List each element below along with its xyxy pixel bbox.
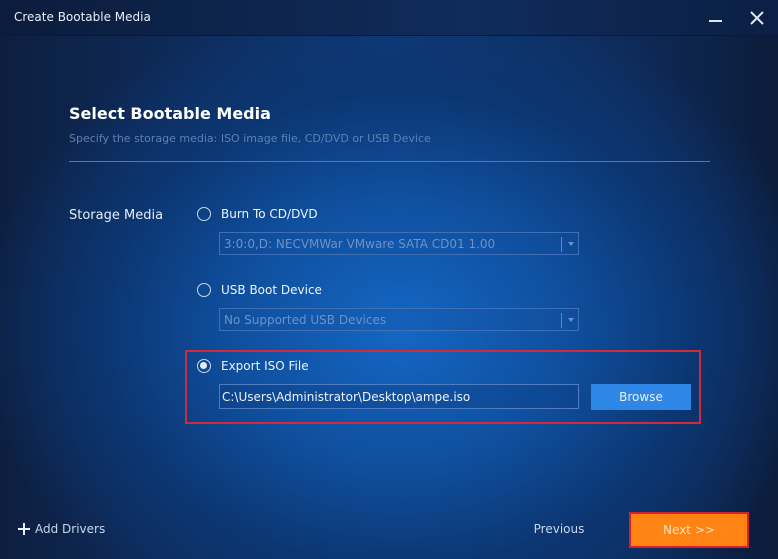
close-icon (750, 11, 764, 25)
add-drivers-button[interactable]: Add Drivers (18, 520, 105, 538)
window-title: Create Bootable Media (14, 10, 151, 24)
next-button[interactable]: Next >> (629, 512, 749, 548)
select-value: No Supported USB Devices (224, 313, 387, 327)
radio-burn-cd-dvd[interactable]: Burn To CD/DVD (197, 206, 318, 222)
cd-dvd-drive-select[interactable]: 3:0:0,D: NECVMWar VMware SATA CD01 1.00 (219, 232, 579, 255)
page-subtitle: Specify the storage media: ISO image fil… (69, 132, 431, 145)
title-bar: Create Bootable Media (0, 0, 778, 36)
page-title: Select Bootable Media (69, 104, 271, 123)
select-separator (561, 313, 562, 328)
browse-button[interactable]: Browse (591, 384, 691, 410)
radio-label: Burn To CD/DVD (221, 207, 318, 221)
radio-label: USB Boot Device (221, 283, 322, 297)
radio-export-iso-file[interactable]: Export ISO File (197, 358, 309, 374)
iso-path-input[interactable] (219, 384, 579, 409)
header-divider (69, 161, 710, 162)
create-bootable-media-window: Create Bootable Media Select Bootable Me… (0, 0, 778, 559)
usb-device-select[interactable]: No Supported USB Devices (219, 308, 579, 331)
chevron-down-icon[interactable] (568, 242, 574, 246)
select-separator (561, 237, 562, 252)
radio-label: Export ISO File (221, 359, 309, 373)
add-drivers-label: Add Drivers (35, 522, 106, 536)
plus-icon (18, 523, 30, 535)
select-value: 3:0:0,D: NECVMWar VMware SATA CD01 1.00 (224, 237, 496, 251)
radio-usb-boot-device[interactable]: USB Boot Device (197, 282, 322, 298)
radio-checked-icon[interactable] (197, 359, 211, 373)
minimize-button[interactable] (703, 6, 729, 30)
previous-button[interactable]: Previous (528, 522, 590, 540)
chevron-down-icon[interactable] (568, 318, 574, 322)
radio-unchecked-icon[interactable] (197, 283, 211, 297)
close-button[interactable] (745, 6, 771, 30)
radio-unchecked-icon[interactable] (197, 207, 211, 221)
storage-media-label: Storage Media (69, 208, 164, 223)
